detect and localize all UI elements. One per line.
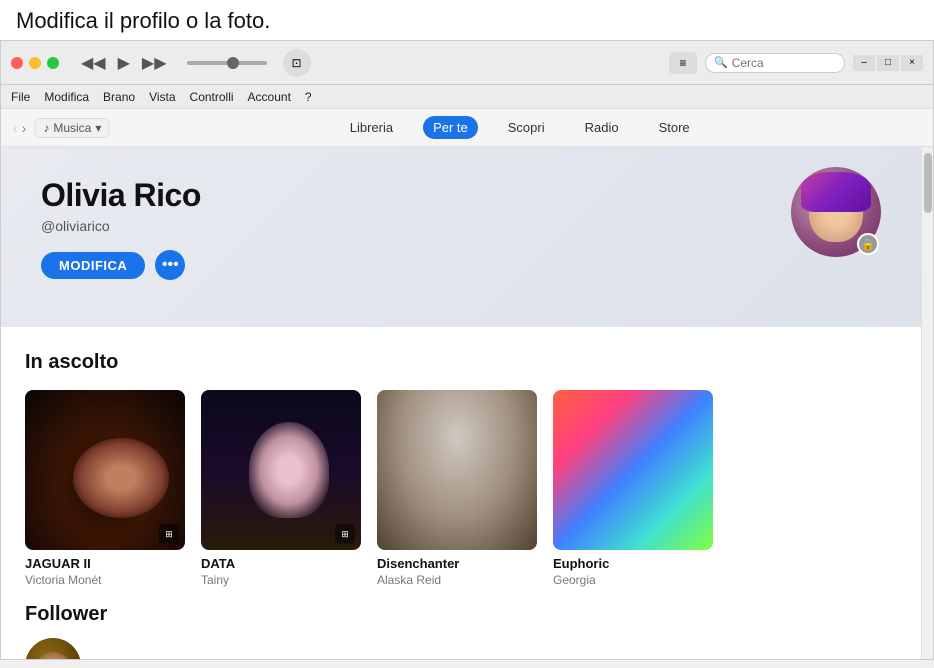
album-title-jaguar: JAGUAR II — [25, 556, 185, 571]
in-ascolto-section: In ascolto ⊞ JAGUAR II Victoria Monét ⊞ — [1, 327, 921, 603]
more-icon: ••• — [162, 256, 179, 274]
scrollbar-track — [921, 147, 933, 659]
album-card-euphoric[interactable]: Euphoric Georgia — [553, 390, 713, 587]
profile-handle: @oliviarico — [41, 218, 881, 234]
volume-slider[interactable] — [187, 61, 267, 65]
edit-profile-button[interactable]: MODIFICA — [41, 252, 145, 279]
list-view-button[interactable]: ≡ — [669, 52, 697, 74]
os-close-button[interactable]: × — [901, 55, 923, 71]
profile-actions: MODIFICA ••• — [41, 250, 881, 280]
nav-radio[interactable]: Radio — [575, 116, 629, 139]
in-ascolto-title: In ascolto — [25, 351, 897, 374]
album-card-jaguar[interactable]: ⊞ JAGUAR II Victoria Monét — [25, 390, 185, 587]
menu-account[interactable]: Account — [248, 90, 291, 104]
itunes-window: ◀◀ ▶ ▶▶ ⊡ ≡ 🔍 – □ × File Mo — [0, 40, 934, 660]
profile-name: Olivia Rico — [41, 177, 881, 214]
prev-button[interactable]: ◀◀ — [77, 51, 110, 75]
tooltip-bar: Modifica il profilo o la foto. — [0, 0, 934, 40]
album-title-euphoric: Euphoric — [553, 556, 713, 571]
album-art-jaguar: ⊞ — [25, 390, 185, 550]
nav-scopri[interactable]: Scopri — [498, 116, 555, 139]
album-artist-euphoric: Georgia — [553, 573, 713, 587]
follower-avatar[interactable] — [25, 638, 81, 659]
albums-grid: ⊞ JAGUAR II Victoria Monét ⊞ DATA Tainy — [25, 390, 897, 587]
album-badge-data: ⊞ — [335, 524, 355, 544]
album-card-disenchanter[interactable]: Disenchanter Alaska Reid — [377, 390, 537, 587]
menu-file[interactable]: File — [11, 90, 30, 104]
close-dot[interactable] — [11, 57, 23, 69]
play-button[interactable]: ▶ — [114, 51, 134, 75]
album-title-disenchanter: Disenchanter — [377, 556, 537, 571]
music-label: Musica — [53, 121, 91, 135]
album-title-data: DATA — [201, 556, 361, 571]
menu-brano[interactable]: Brano — [103, 90, 135, 104]
airplay-button[interactable]: ⊡ — [283, 49, 311, 77]
nav-per-te[interactable]: Per te — [423, 116, 478, 139]
lock-icon: 🔒 — [861, 238, 875, 251]
music-note-icon: ♪ — [43, 121, 49, 135]
music-source-badge[interactable]: ♪ Musica ▾ — [34, 118, 110, 138]
album-card-data[interactable]: ⊞ DATA Tainy — [201, 390, 361, 587]
main-content: Olivia Rico @oliviarico MODIFICA ••• 🔒 — [1, 147, 921, 659]
nav-store[interactable]: Store — [649, 116, 700, 139]
profile-section: Olivia Rico @oliviarico MODIFICA ••• 🔒 — [1, 147, 921, 327]
album-art-disenchanter — [377, 390, 537, 550]
avatar-container[interactable]: 🔒 — [791, 167, 881, 257]
nav-links: Libreria Per te Scopri Radio Store — [118, 116, 921, 139]
menu-vista[interactable]: Vista — [149, 90, 175, 104]
back-button[interactable]: ‹ — [13, 120, 18, 136]
volume-thumb — [227, 57, 239, 69]
chevron-down-icon: ▾ — [95, 121, 101, 135]
album-artist-disenchanter: Alaska Reid — [377, 573, 537, 587]
follower-title: Follower — [25, 603, 897, 626]
lock-badge: 🔒 — [857, 233, 879, 255]
os-maximize-button[interactable]: □ — [877, 55, 899, 71]
album-badge-jaguar: ⊞ — [159, 524, 179, 544]
os-window-controls: – □ × — [853, 55, 923, 71]
search-box[interactable]: 🔍 — [705, 53, 845, 73]
nav-arrows: ‹ › — [13, 120, 26, 136]
album-artist-data: Tainy — [201, 573, 361, 587]
menu-modifica[interactable]: Modifica — [44, 90, 89, 104]
tooltip-text: Modifica il profilo o la foto. — [16, 8, 270, 33]
search-icon: 🔍 — [714, 56, 728, 69]
album-art-euphoric — [553, 390, 713, 550]
os-minimize-button[interactable]: – — [853, 55, 875, 71]
next-button[interactable]: ▶▶ — [138, 51, 171, 75]
menu-controlli[interactable]: Controlli — [190, 90, 234, 104]
follower-section: Follower — [1, 603, 921, 659]
menubar: File Modifica Brano Vista Controlli Acco… — [1, 85, 933, 109]
transport-controls: ◀◀ ▶ ▶▶ — [77, 51, 171, 75]
minimize-dot[interactable] — [29, 57, 41, 69]
album-artist-jaguar: Victoria Monét — [25, 573, 185, 587]
titlebar-right: ≡ 🔍 – □ × — [669, 52, 923, 74]
search-input[interactable] — [732, 56, 836, 70]
maximize-dot[interactable] — [47, 57, 59, 69]
scrollbar-thumb[interactable] — [924, 153, 932, 213]
navbar: ‹ › ♪ Musica ▾ Libreria Per te Scopri Ra… — [1, 109, 933, 147]
forward-button[interactable]: › — [22, 120, 27, 136]
titlebar: ◀◀ ▶ ▶▶ ⊡ ≡ 🔍 – □ × — [1, 41, 933, 85]
menu-help[interactable]: ? — [305, 90, 312, 104]
airplay-icon: ⊡ — [292, 56, 302, 70]
album-art-data: ⊞ — [201, 390, 361, 550]
nav-libreria[interactable]: Libreria — [340, 116, 403, 139]
content-area: Olivia Rico @oliviarico MODIFICA ••• 🔒 — [1, 147, 933, 659]
more-options-button[interactable]: ••• — [155, 250, 185, 280]
window-controls — [11, 57, 59, 69]
